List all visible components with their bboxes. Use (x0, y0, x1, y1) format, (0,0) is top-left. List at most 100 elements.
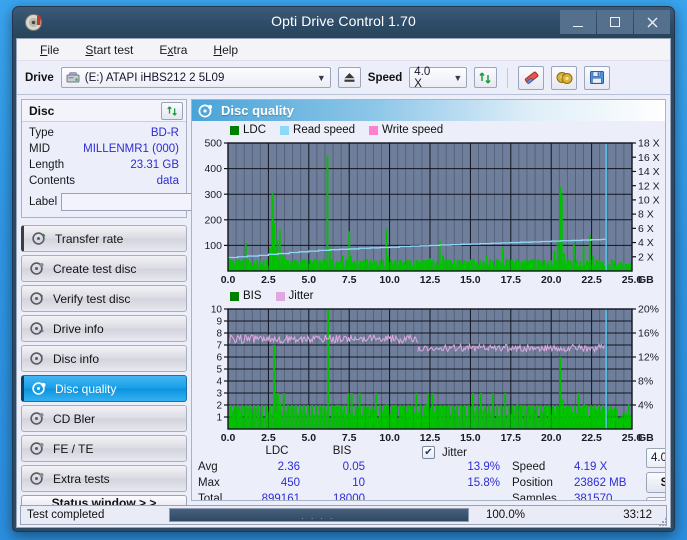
svg-text:1: 1 (216, 413, 222, 424)
svg-text:8%: 8% (638, 376, 653, 388)
svg-text:GB: GB (638, 274, 654, 286)
toolbar-separator (507, 68, 508, 88)
svg-text:20.0: 20.0 (541, 432, 562, 444)
save-button[interactable] (584, 66, 610, 90)
legend-label-ldc: LDC (243, 124, 266, 136)
disc-refresh-button[interactable] (161, 102, 183, 120)
menu-help[interactable]: Help (210, 41, 241, 59)
chevron-down-icon: ▼ (445, 73, 462, 83)
sidebar-item-verify-test-disc[interactable]: Verify test disc (21, 285, 187, 312)
svg-text:5.0: 5.0 (301, 274, 316, 286)
jitter-checkbox[interactable]: ✔ (422, 446, 435, 459)
disc-label-input[interactable] (61, 193, 211, 211)
disc-icon (32, 232, 46, 245)
ldc-chart-block: LDC Read speed Write speed 1002003004005… (194, 123, 661, 287)
sidebar-item-fe-te[interactable]: FE / TE (21, 435, 187, 462)
stats-jitter-avg: 13.9% (424, 461, 500, 473)
resize-grip-icon[interactable] (659, 518, 668, 527)
svg-text:10: 10 (211, 305, 223, 316)
svg-text:5: 5 (216, 365, 222, 376)
charts-area: LDC Read speed Write speed 1002003004005… (192, 121, 665, 501)
stats-label-total: Total (198, 493, 222, 501)
stats-header-bis: BIS (319, 445, 365, 457)
svg-text:12.5: 12.5 (420, 432, 441, 444)
disc-label-row: Label (29, 192, 179, 212)
svg-text:12.5: 12.5 (420, 274, 441, 286)
legend-swatch-write-speed (369, 126, 378, 135)
stats-speed-select[interactable]: 4.0 X ▼ (646, 448, 666, 468)
bis-chart-legend: BIS Jitter (194, 289, 661, 303)
svg-text:400: 400 (204, 163, 222, 175)
svg-text:4 X: 4 X (638, 237, 654, 249)
disc-row-value: MILLENMR1 (000) (83, 143, 179, 155)
close-button[interactable] (634, 10, 670, 34)
sidebar-item-cd-bler[interactable]: CD Bler (21, 405, 187, 432)
svg-text:2: 2 (216, 401, 222, 412)
sidebar-item-drive-info[interactable]: Drive info (21, 315, 187, 342)
disc-row-mid: MID MILLENMR1 (000) (29, 141, 179, 157)
svg-text:5.0: 5.0 (301, 432, 316, 444)
sidebar-item-transfer-rate[interactable]: Transfer rate (21, 225, 187, 252)
svg-text:16%: 16% (638, 328, 659, 340)
sidebar-item-create-test-disc[interactable]: Create test disc (21, 255, 187, 282)
sidebar-item-label: Verify test disc (53, 292, 130, 306)
svg-text:100: 100 (204, 240, 222, 252)
legend-swatch-jitter (276, 292, 285, 301)
status-window-button[interactable]: Status window > > (21, 495, 187, 505)
stats-label-position: Position (512, 477, 553, 489)
menu-start-test[interactable]: Start test (82, 41, 136, 59)
disc-row-type: Type BD-R (29, 125, 179, 141)
svg-text:9: 9 (216, 317, 222, 328)
minimize-button[interactable] (560, 10, 596, 34)
disc-icon (30, 412, 44, 425)
svg-text:6 X: 6 X (638, 223, 654, 235)
drive-hw-icon (66, 71, 80, 84)
svg-text:17.5: 17.5 (501, 274, 522, 286)
eject-button[interactable] (338, 67, 361, 88)
menu-file[interactable]: FFileile (37, 41, 62, 59)
svg-text:500: 500 (204, 138, 222, 150)
stats-bis-total: 18000 (295, 493, 365, 501)
svg-text:7.5: 7.5 (342, 432, 357, 444)
erase-button[interactable] (518, 66, 544, 90)
legend-swatch-ldc (230, 126, 239, 135)
stats-speed-combo-value: 4.0 X (651, 452, 666, 464)
svg-text:8 X: 8 X (638, 209, 654, 221)
svg-text:2.5: 2.5 (261, 432, 276, 444)
stats-label-jitter: Jitter (442, 447, 467, 459)
start-full-button[interactable]: Start full (646, 472, 666, 493)
legend-label-read-speed: Read speed (293, 124, 355, 136)
statistics-panel: LDC BIS Avg Max Total 2.36 450 899161 0.… (194, 445, 661, 501)
drive-select[interactable]: (E:) ATAPI iHBS212 2 5L09 ▼ (61, 67, 331, 88)
disc-tools-button[interactable] (551, 66, 577, 90)
drive-label: Drive (25, 72, 54, 84)
maximize-button[interactable] (597, 10, 633, 34)
sidebar-item-extra-tests[interactable]: Extra tests (21, 465, 187, 492)
svg-text:15.0: 15.0 (460, 274, 481, 286)
svg-text:4%: 4% (638, 400, 653, 412)
sidebar-item-label: FE / TE (53, 442, 93, 456)
sidebar-item-disc-quality[interactable]: Disc quality (21, 375, 187, 402)
stats-position-value: 23862 MB (574, 477, 644, 489)
menu-extra[interactable]: Extra (156, 41, 190, 59)
disc-icon (30, 352, 44, 365)
disc-row-value: BD-R (151, 127, 179, 139)
disc-row-length: Length 23.31 GB (29, 157, 179, 173)
disc-row-value: 23.31 GB (130, 159, 179, 171)
svg-text:8: 8 (216, 329, 222, 340)
svg-text:4: 4 (216, 377, 222, 388)
sidebar-item-disc-info[interactable]: Disc info (21, 345, 187, 372)
window-controls (560, 10, 670, 34)
client-area: FFileile Start test Extra Help Drive (E:… (16, 38, 671, 528)
start-part-button[interactable]: Start part (646, 497, 666, 501)
speed-label: Speed (368, 72, 403, 84)
disc-icon (30, 262, 44, 275)
disc-icon (30, 472, 44, 485)
disc-row-key: MID (29, 143, 50, 155)
speed-select[interactable]: 4.0 X ▼ (409, 67, 467, 88)
stats-label-speed: Speed (512, 461, 545, 473)
stats-bis-avg: 0.05 (305, 461, 365, 473)
ldc-chart-legend: LDC Read speed Write speed (194, 123, 661, 137)
refresh-button[interactable] (474, 67, 497, 88)
disc-panel-header: Disc (22, 100, 186, 122)
